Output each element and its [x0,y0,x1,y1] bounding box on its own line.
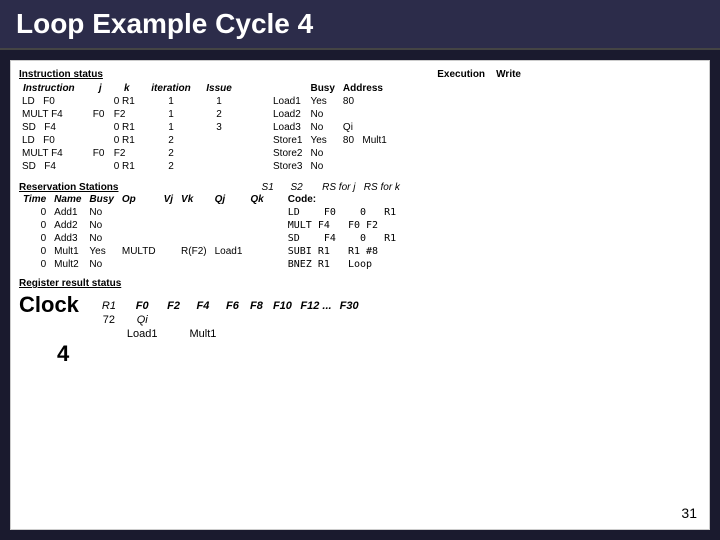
col-j: j [90,82,111,95]
page-title: Loop Example Cycle 4 [16,8,313,39]
register-result-section: Register result status Clock R1 F0 F2 F4… [19,277,701,367]
table-row: MULT F4 F0 F2 1 2 [19,108,239,121]
col-iteration: iteration [143,82,199,95]
table-row: Load1 Yes 80 [269,95,391,108]
table-row: SD F4 0 R1 1 3 [19,121,239,134]
register-value-row: Load1 Mult1 [95,327,363,341]
table-row: LD F0 0 R1 1 1 [19,95,239,108]
instruction-table: Instruction j k iteration Issue LD F0 0 … [19,82,239,173]
table-row: Load3 No Qi [269,121,391,134]
rs-row: 0 Mult1 Yes MULTD R(F2) Load1 SUBI R1 R1… [19,245,400,258]
rs-row: 0 Add1 No LD F0 0 R1 [19,206,400,219]
reservation-table: Time Name Busy Op Vj Vk Qj Qk Code: 0 Ad… [19,193,400,271]
register-label: Register result status [19,278,121,289]
table-row: SD F4 0 R1 2 [19,160,239,173]
register-table: R1 F0 F2 F4 F6 F8 F10 F12 ... F30 72 Qi [95,299,363,341]
slide-number: 31 [681,505,697,521]
instruction-status-label: Instruction status [19,69,103,80]
execution-write-label: Execution Write [437,69,521,80]
table-row: Load2 No [269,108,391,121]
table-row: Store1 Yes 80 Mult1 [269,134,391,147]
rs-row: 0 Add3 No SD F4 0 R1 [19,232,400,245]
reservation-stations-section: Reservation Stations S1 S2 RS for j RS f… [19,181,701,271]
col-k: k [111,82,143,95]
fu-table: Busy Address Load1 Yes 80 Load2 No Load3 [269,82,391,173]
register-row: 72 Qi [95,313,363,327]
clock-label: Clock [19,292,79,318]
rs-row: 0 Mult2 No BNEZ R1 Loop [19,258,400,271]
reservation-label: Reservation Stations [19,182,118,193]
col-instruction: Instruction [19,82,90,95]
table-row: MULT F4 F0 F2 2 [19,147,239,160]
title-bar: Loop Example Cycle 4 [0,0,720,50]
table-row: Store2 No [269,147,391,160]
col-issue: Issue [199,82,239,95]
table-row: LD F0 0 R1 2 [19,134,239,147]
clock-value: 4 [57,341,69,367]
table-row: Store3 No [269,160,391,173]
main-content: Instruction status Execution Write Instr… [10,60,710,530]
rs-row: 0 Add2 No MULT F4 F0 F2 [19,219,400,232]
